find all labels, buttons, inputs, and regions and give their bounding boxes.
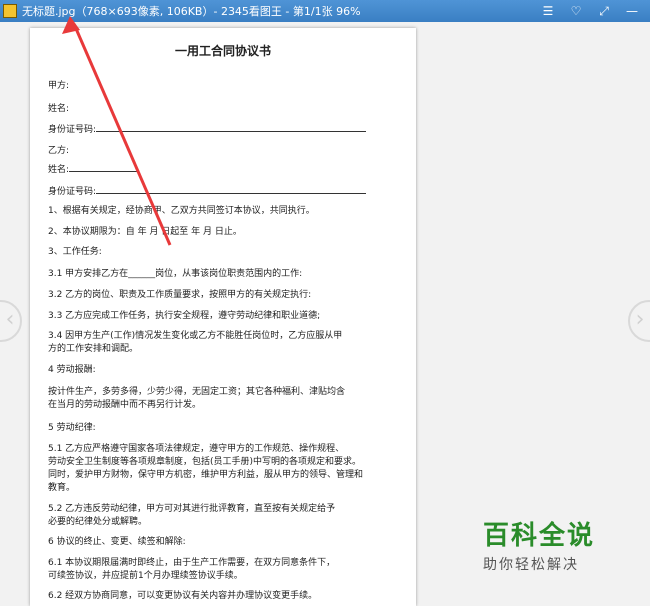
doc-line: 3.1 甲方安排乙方在______岗位，从事该岗位职责范围内的工作: [48,269,303,279]
underline [69,163,140,172]
doc-line: 姓名: [48,104,70,114]
doc-line: 2、本协议期限为：自 年 月 日起至 年 月 日止。 [48,227,242,237]
doc-line-label: 身份证号码: [48,125,97,135]
document-title: 一用工合同协议书 [174,44,271,58]
window-title: 无标题.jpg（768×693像素, 106KB）- 2345看图王 - 第1/… [22,5,361,18]
doc-line: 6 协议的终止、变更、续签和解除: [48,537,186,547]
document-image: 一用工合同协议书 甲方: 姓名: 身份证号码: 乙方: 姓名: 身份证号码: 1… [30,28,416,606]
app-icon [3,4,17,18]
doc-line: 劳动安全卫生制度等各项规章制度，包括(员工手册)中写明的各项规定和要求。 [48,457,362,467]
doc-line: 5.2 乙方违反劳动纪律，甲方可对其进行批评教育，直至按有关规定给予 [48,504,336,514]
doc-line: 姓名: [48,162,140,175]
doc-line-label: 身份证号码: [48,187,97,197]
doc-line: 3.4 因甲方生产(工作)情况发生变化或乙方不能胜任岗位时，乙方应服从甲 [48,331,343,341]
watermark-logo-text: 百科全说 [483,521,596,551]
doc-line: 必要的纪律处分或解聘。 [48,517,148,527]
doc-line: 3、工作任务: [48,247,102,257]
underline [96,185,367,194]
doc-line: 同时，爱护甲方财物，保守甲方机密，维护甲方利益，服从甲方的领导、管理和 [48,470,364,480]
fullscreen-icon[interactable]: ⤢ [590,0,618,22]
doc-line: 身份证号码: [48,184,367,197]
title-bar: 无标题.jpg（768×693像素, 106KB）- 2345看图王 - 第1/… [0,0,650,22]
window-controls: ☰ ♡ ⤢ — [534,0,646,22]
skin-icon[interactable]: ♡ [562,0,590,22]
doc-line: 3.3 乙方应完成工作任务，执行安全规程，遵守劳动纪律和职业道德; [48,311,321,321]
underline [96,123,367,132]
doc-line-label: 姓名: [48,165,70,175]
next-image-button[interactable]: › [628,300,650,342]
doc-line: 甲方: [48,81,70,91]
doc-line: 5.1 乙方应严格遵守国家各项法律规定，遵守甲方的工作规范、操作规程、 [48,444,345,454]
doc-line: 5 劳动纪律: [48,423,96,433]
doc-line: 6.2 经双方协商同意，可以变更协议有关内容并办理协议变更手续。 [48,591,318,601]
doc-line: 6.1 本协议期限届满时即终止，由于生产工作需要，在双方同意条件下， [48,558,336,568]
doc-line: 在当月的劳动报酬中而不再另行计发。 [48,400,202,410]
doc-line: 4 劳动报酬: [48,365,96,375]
minimize-icon[interactable]: — [618,0,646,22]
doc-line: 3.2 乙方的岗位、职责及工作质量要求，按照甲方的有关规定执行: [48,290,312,300]
watermark: 百科全说 助你轻松解决 [483,515,595,574]
doc-line: 方的工作安排和调配。 [48,344,139,354]
watermark-slogan: 助你轻松解决 [483,557,579,573]
doc-line: 按计件生产，多劳多得，少劳少得，无固定工资；其它各种福利、津贴均含 [48,387,346,397]
doc-line: 可续签协议，并应提前1个月办理续签协议手续。 [48,571,243,581]
menu-icon[interactable]: ☰ [534,0,562,22]
doc-line: 教育。 [48,483,76,493]
doc-line: 1、根据有关规定，经协商甲、乙双方共同签订本协议，共同执行。 [48,206,315,216]
previous-image-button[interactable]: ‹ [0,300,22,342]
doc-line: 身份证号码: [48,122,367,135]
doc-line: 乙方: [48,146,70,156]
